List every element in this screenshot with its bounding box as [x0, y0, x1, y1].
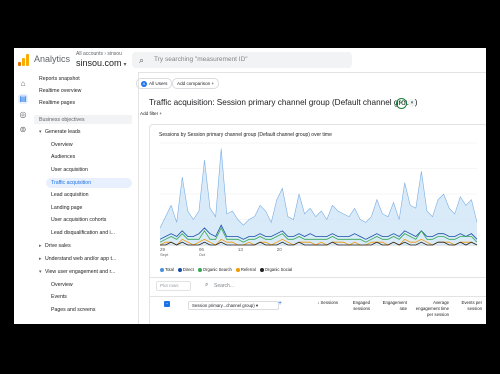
sidebar-item-view-engagement[interactable]: ▾ View user engagement and r... [39, 269, 115, 275]
sidebar-item-audiences[interactable]: Audiences [51, 154, 75, 160]
sidebar-item-label: Understand web and/or app t... [45, 256, 117, 262]
analytics-window: Analytics All accounts › sinsou sinsou.c… [14, 48, 486, 324]
sidebar-item-realtime-overview[interactable]: Realtime overview [39, 88, 81, 94]
divider [150, 296, 486, 297]
sidebar-item-events[interactable]: Events [51, 294, 67, 300]
check-circle-icon[interactable]: ✓ [396, 98, 407, 109]
legend-item[interactable]: Referral [235, 267, 256, 272]
account-breadcrumb[interactable]: All accounts › sinsou [76, 51, 122, 57]
sidebar-item-drive-sales[interactable]: ▸ Drive sales [39, 243, 71, 249]
legend-swatch [259, 267, 264, 272]
property-name: sinsou.com [76, 58, 122, 68]
sidebar-item-realtime-pages[interactable]: Realtime pages [39, 100, 75, 106]
dimension-selector[interactable]: Session primary...channel group) ▾ [188, 301, 279, 310]
select-all-checkbox[interactable]: − [164, 301, 170, 307]
add-dimension-plus-icon[interactable]: + [278, 300, 282, 307]
sidebar-item-lead-disqualification[interactable]: Lead disqualification and i... [51, 230, 115, 236]
app-title: Analytics [34, 54, 71, 64]
legend-label: Referral [240, 267, 256, 272]
column-header-sessions[interactable]: ↓ Sessions [300, 300, 338, 306]
legend-item[interactable]: Total [160, 267, 174, 272]
add-filter-button[interactable]: Add filter + [136, 109, 166, 118]
add-comparison-button[interactable]: Add comparison + [172, 78, 220, 89]
home-icon[interactable]: ⌂ [18, 79, 28, 89]
table-search-input[interactable]: Search... [214, 283, 234, 289]
legend-item[interactable]: Direct [177, 267, 194, 272]
column-header-avg-engagement-time[interactable]: Average engagement time per session [415, 300, 449, 318]
legend-item[interactable]: Organic Social [259, 267, 293, 272]
chart-legend: Total Direct Organic Search Referral Organic… [160, 267, 296, 272]
analytics-logo-icon[interactable] [18, 54, 30, 66]
legend-swatch [160, 267, 164, 272]
column-header-engagement-rate[interactable]: Engagement rate [379, 300, 407, 312]
sidebar-item-engagement-overview[interactable]: Overview [51, 282, 73, 288]
chevron-down-icon: ▾ [123, 62, 127, 68]
sessions-line-chart: 29Sept06Oct13 20 [159, 142, 478, 257]
sidebar-item-overview[interactable]: Overview [51, 142, 73, 148]
nav-rail: ⌂ ▤ ◎ ⊚ [14, 72, 32, 324]
sidebar-item-user-acquisition[interactable]: User acquisition [51, 167, 88, 173]
legend-swatch [197, 267, 202, 272]
explore-icon[interactable]: ◎ [18, 110, 28, 120]
search-icon: ⌕ [139, 55, 145, 65]
sidebar-item-pages-and-screens[interactable]: Pages and screens [51, 307, 95, 313]
section-business-objectives[interactable]: Business objectives [39, 117, 85, 123]
x-tick-label: 20 [277, 247, 283, 252]
legend-swatch [235, 267, 240, 272]
sidebar-item-landing-page[interactable]: Landing page [51, 205, 82, 211]
legend-label: Direct [182, 267, 194, 272]
chevron-down-icon[interactable]: ▾ [408, 99, 416, 107]
report-card: Sessions by Session primary channel grou… [149, 124, 486, 324]
avatar: A [141, 80, 147, 87]
legend-swatch [177, 267, 182, 272]
add-comparison-label: Add comparison [177, 81, 211, 86]
plus-icon: + [211, 81, 215, 86]
sidebar: Reports snapshot Realtime overview Realt… [32, 72, 138, 324]
page-title: Traffic acquisition: Session primary cha… [149, 98, 418, 107]
x-tick-label: 13 [238, 247, 244, 252]
plus-icon: + [159, 111, 163, 116]
column-header-events-per-session[interactable]: Events per session [456, 300, 482, 312]
legend-label: Organic Social [264, 267, 293, 272]
search-placeholder: Try searching "measurement ID" [154, 56, 248, 63]
x-tick-sublabel: Oct [199, 252, 206, 257]
dimension-label: Session primary...channel group) [192, 303, 255, 308]
sidebar-item-label: Drive sales [45, 243, 71, 249]
plot-rows-button[interactable]: Plot rows [156, 281, 191, 291]
sidebar-item-generate-leads[interactable]: ▾ Generate leads [39, 129, 80, 135]
search-input[interactable]: ⌕ Try searching "measurement ID" [132, 52, 352, 68]
sidebar-item-understand-traffic[interactable]: ▸ Understand web and/or app t... [39, 256, 116, 262]
top-bar: Analytics All accounts › sinsou sinsou.c… [14, 48, 486, 73]
reports-icon[interactable]: ▤ [18, 94, 28, 104]
sidebar-item-user-acquisition-cohorts[interactable]: User acquisition cohorts [51, 217, 106, 223]
sidebar-item-label: View user engagement and r... [45, 269, 116, 275]
all-users-label: All Users [149, 81, 168, 86]
search-icon: ⌕ [205, 282, 209, 288]
sidebar-item-reports-snapshot[interactable]: Reports snapshot [39, 76, 80, 82]
all-users-chip[interactable]: A All Users [136, 78, 173, 89]
legend-label: Organic Search [202, 267, 232, 272]
add-filter-label: Add filter [140, 111, 159, 116]
column-header-engaged-sessions[interactable]: Engaged sessions [344, 300, 370, 312]
legend-label: Total [165, 267, 174, 272]
sidebar-item-lead-acquisition[interactable]: Lead acquisition [51, 192, 89, 198]
property-selector[interactable]: sinsou.com ▾ [76, 58, 127, 68]
sidebar-item-traffic-acquisition[interactable]: Traffic acquisition [51, 180, 91, 186]
x-tick-sublabel: Sept [160, 252, 169, 257]
legend-item[interactable]: Organic Search [197, 267, 232, 272]
sidebar-item-label: Generate leads [45, 129, 81, 135]
advertising-icon[interactable]: ⊚ [18, 125, 28, 135]
divider [150, 277, 486, 278]
